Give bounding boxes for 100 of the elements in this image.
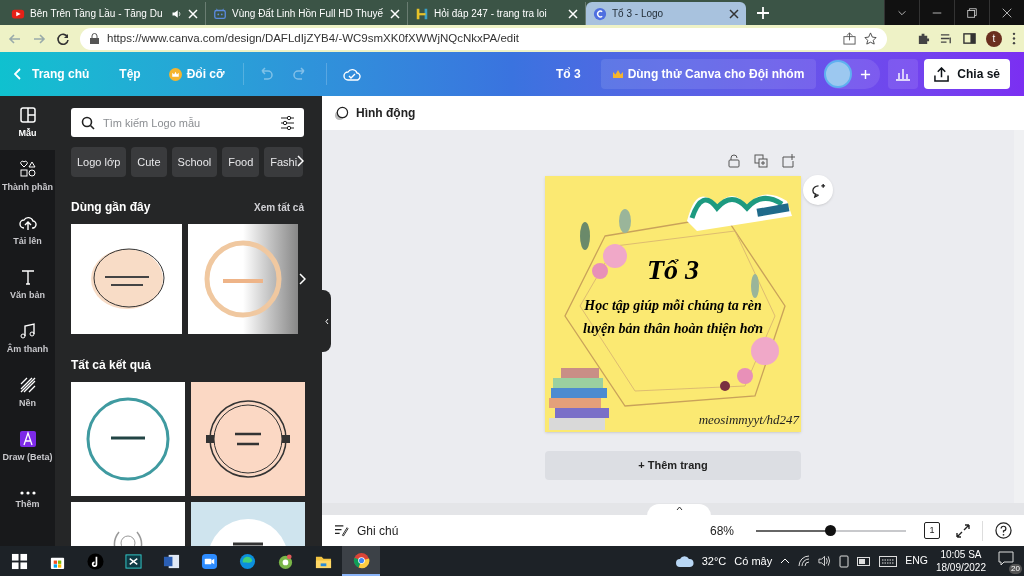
design-title-text[interactable]: Tổ 3 xyxy=(646,256,700,284)
extensions-icon[interactable] xyxy=(917,32,930,45)
browser-tab[interactable]: Tổ 3 - Logo xyxy=(586,2,746,25)
sidebar-item[interactable]: Nền xyxy=(0,366,55,420)
share-button[interactable]: Chia sẻ xyxy=(924,59,1010,89)
sidebar-label: Thêm xyxy=(15,497,40,511)
clock-time[interactable]: 10:05 SA xyxy=(940,548,982,561)
crown-icon xyxy=(612,69,623,79)
ring-app-icon[interactable] xyxy=(276,552,294,570)
bar-chart-icon[interactable] xyxy=(895,67,912,81)
duplicate-icon[interactable] xyxy=(754,154,768,168)
phone-link-icon[interactable] xyxy=(839,554,850,568)
chevron-left-icon xyxy=(324,317,329,325)
sidebar-label: Draw (Beta) xyxy=(2,450,53,464)
playlist-icon[interactable] xyxy=(940,32,953,45)
sidebar-item[interactable]: Mẫu xyxy=(0,96,55,150)
footer-toggle[interactable] xyxy=(647,504,711,516)
address-bar[interactable]: https://www.canva.com/design/DAFLdIjZYB4/-WC9smXK0fXWWjNQcNkxPA/edit xyxy=(80,27,887,50)
filter-chip[interactable]: Cute xyxy=(131,147,167,177)
filter-chip[interactable]: School xyxy=(171,147,218,177)
animate-button[interactable]: Hình động xyxy=(334,104,416,122)
robot-icon xyxy=(213,6,227,21)
sidebar-label: Thành phần xyxy=(2,180,53,194)
design-text[interactable]: Học tập giúp mỗi chúng ta rèn xyxy=(584,294,762,317)
filter-chip[interactable]: Food xyxy=(222,147,260,177)
add-page-icon[interactable] xyxy=(781,154,795,168)
see-all-link[interactable]: Xem tất cả xyxy=(253,199,304,215)
add-icon[interactable] xyxy=(860,68,872,80)
design-text[interactable]: meosimmyyt/hd247 xyxy=(698,409,799,429)
document-app-icon[interactable] xyxy=(162,552,180,570)
template-thumbnail[interactable] xyxy=(190,382,305,496)
profile-avatar[interactable]: t xyxy=(986,30,1002,47)
sidebar-label: Văn bản xyxy=(10,288,45,302)
video-editor-icon[interactable] xyxy=(124,552,142,570)
add-page-button[interactable]: + Thêm trang xyxy=(545,451,801,480)
battery-icon[interactable] xyxy=(857,556,872,566)
sidebar-item[interactable]: Âm thanh xyxy=(0,312,55,366)
notes-button[interactable]: Ghi chú xyxy=(334,521,399,540)
chevron-left-icon xyxy=(14,68,22,80)
sidebar-item[interactable]: Tải lên xyxy=(0,204,55,258)
canva-logo-icon xyxy=(593,6,607,21)
browser-swirl-icon[interactable] xyxy=(238,552,256,570)
chevron-up-icon xyxy=(675,506,683,511)
chrome-icon[interactable] xyxy=(352,551,370,569)
more-icon[interactable] xyxy=(1012,32,1016,45)
notification-count: 20 xyxy=(1009,564,1022,574)
weather-condition: Có mây xyxy=(734,553,773,569)
section-heading: Tất cả kết quả xyxy=(71,357,153,374)
sidebar-label: Mẫu xyxy=(18,126,37,140)
filter-sliders-icon[interactable] xyxy=(280,116,295,130)
sidebar-item[interactable]: Thành phần xyxy=(0,150,55,204)
cloud-check-icon[interactable] xyxy=(342,67,361,81)
sidebar-label: Nền xyxy=(19,396,36,410)
start-icon[interactable] xyxy=(10,552,28,570)
side-panel-icon[interactable] xyxy=(963,32,976,45)
notes-icon xyxy=(334,524,349,537)
video-camera-app-icon[interactable] xyxy=(200,552,218,570)
sidebar-item[interactable]: Văn bản xyxy=(0,258,55,312)
add-comment-button[interactable] xyxy=(803,175,833,205)
restore-icon[interactable] xyxy=(966,6,978,19)
share-icon[interactable] xyxy=(843,32,856,45)
chevron-right-icon[interactable] xyxy=(299,273,306,285)
notification-icon[interactable] xyxy=(998,551,1014,567)
sidebar-item[interactable]: Thêm xyxy=(0,474,55,528)
collapse-handle[interactable] xyxy=(322,290,331,352)
keyboard-icon[interactable] xyxy=(879,555,898,567)
music-note-icon[interactable] xyxy=(86,552,104,570)
design-text[interactable]: luyện bản thân hoàn thiện hơn xyxy=(583,317,763,340)
page-count-button[interactable]: 1 xyxy=(924,522,940,539)
chevron-right-icon[interactable] xyxy=(297,155,304,167)
slider-thumb[interactable] xyxy=(824,524,836,536)
team-trial-button[interactable]: Dùng thử Canva cho Đội nhóm xyxy=(600,59,817,89)
close-icon[interactable] xyxy=(729,8,739,19)
cloud-icon xyxy=(675,555,694,567)
design-title[interactable]: Tổ 3 xyxy=(555,65,581,83)
template-thumbnail[interactable] xyxy=(71,382,185,496)
sidebar-item[interactable]: Draw (Beta) xyxy=(0,420,55,474)
new-tab-icon[interactable] xyxy=(756,6,770,20)
zoom-level[interactable]: 68% xyxy=(709,521,734,540)
wifi-icon[interactable] xyxy=(798,555,811,567)
speaker-icon[interactable] xyxy=(818,555,832,567)
fullscreen-icon[interactable] xyxy=(956,523,970,538)
help-icon[interactable] xyxy=(995,522,1012,539)
search-field[interactable]: Tìm kiếm Logo mẫu xyxy=(71,108,304,137)
template-thumbnail[interactable] xyxy=(188,224,298,334)
filter-chip[interactable]: Fashi xyxy=(264,147,304,177)
draw-icon xyxy=(18,429,37,448)
stripes-icon xyxy=(18,375,37,394)
clock-date[interactable]: 18/09/2022 xyxy=(935,561,986,574)
input-language[interactable]: ENG xyxy=(905,553,928,569)
reload-icon[interactable] xyxy=(56,31,70,46)
chevron-up-icon[interactable] xyxy=(780,558,791,564)
template-thumbnail[interactable] xyxy=(71,224,182,334)
design-canvas[interactable]: Tổ 3 Học tập giúp mỗi chúng ta rèn luyện bản thân hoàn thiện hơn meosimmyyt/hd247 xyxy=(545,176,801,432)
speaker-icon[interactable] xyxy=(171,7,183,20)
lock-icon[interactable] xyxy=(727,154,741,168)
filter-chip[interactable]: Logo lớp xyxy=(71,147,127,177)
temperature: 32°C xyxy=(701,553,727,569)
bookmark-star-icon[interactable] xyxy=(864,32,877,45)
music-note-icon xyxy=(18,321,37,340)
